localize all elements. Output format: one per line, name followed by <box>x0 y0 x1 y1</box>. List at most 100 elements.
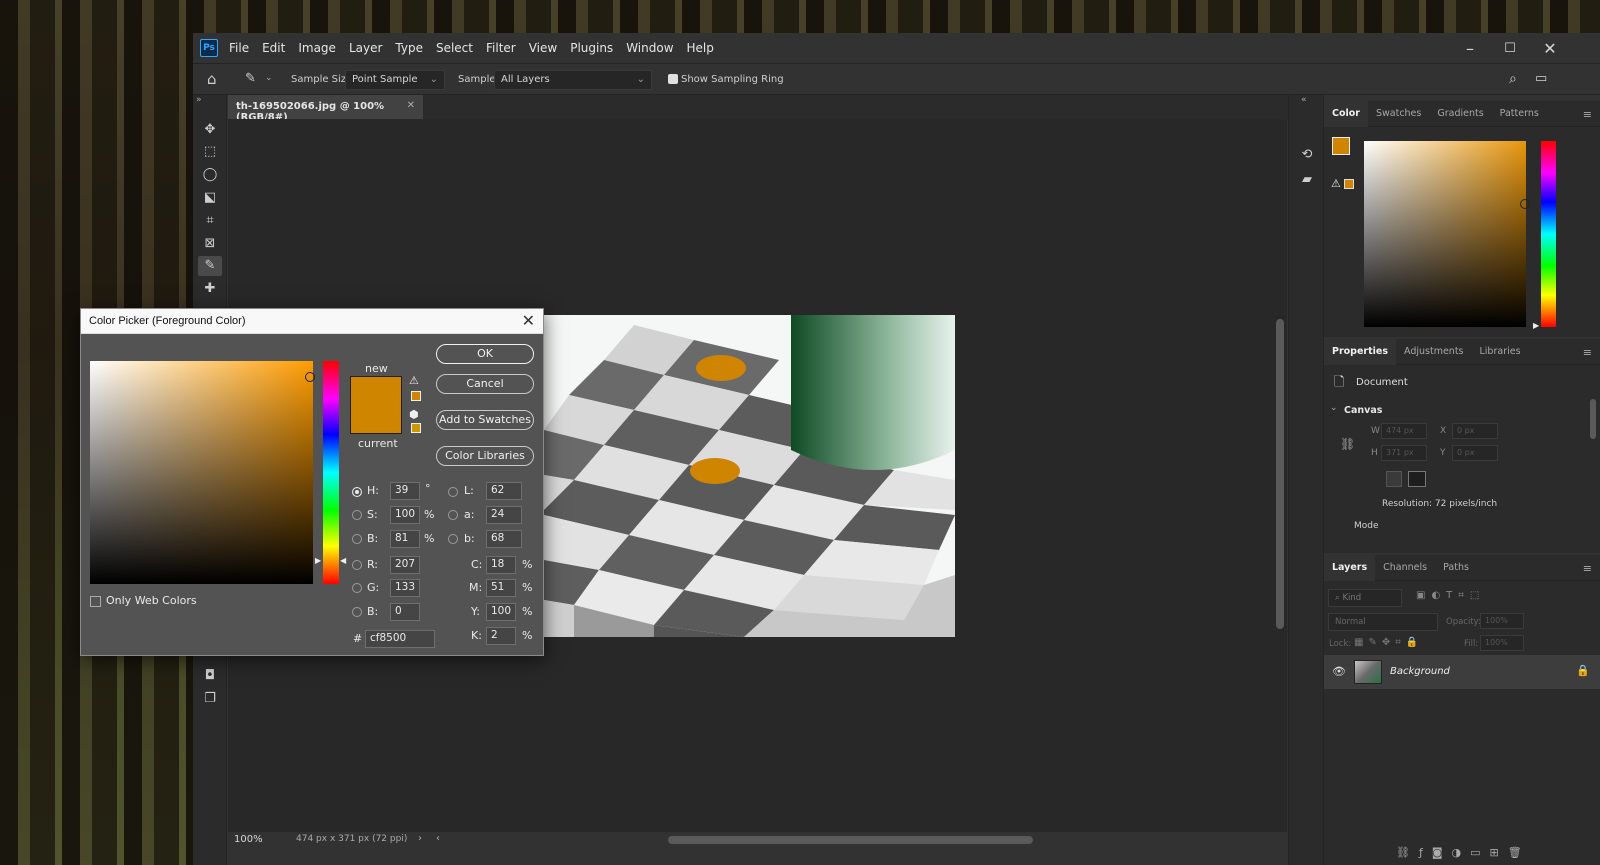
panel-menu-icon[interactable]: ≡ <box>1583 562 1592 575</box>
search-icon[interactable]: ⌕ <box>1509 71 1517 87</box>
blend-mode-select[interactable]: Normal <box>1328 613 1438 631</box>
yellow-field[interactable]: 100 <box>486 603 516 621</box>
document-tab[interactable]: th-169502066.jpg @ 100% (RGB/8#) ✕ <box>228 95 423 123</box>
tab-color[interactable]: Color <box>1324 100 1368 127</box>
hex-field[interactable]: cf8500 <box>365 630 435 648</box>
object-select-tool-icon[interactable]: ⬕ <box>198 188 222 208</box>
hue-slider[interactable] <box>323 361 339 584</box>
fill-field[interactable]: 100% <box>1480 635 1524 651</box>
saturation-brightness-field[interactable] <box>90 361 313 584</box>
show-sampling-ring-checkbox[interactable] <box>668 74 678 84</box>
tab-adjustments[interactable]: Adjustments <box>1396 339 1472 365</box>
layer-filter-icons[interactable]: ▣◐T⌗⬚ <box>1416 590 1485 601</box>
gamut-swatch[interactable] <box>1344 179 1354 189</box>
eyedropper-tool-icon[interactable]: ✎ <box>198 256 222 276</box>
add-to-swatches-button[interactable]: Add to Swatches <box>436 410 534 430</box>
only-web-colors-checkbox[interactable] <box>90 596 101 607</box>
brightness-radio[interactable] <box>352 534 362 544</box>
menu-help[interactable]: Help <box>687 41 714 55</box>
tab-layers[interactable]: Layers <box>1324 554 1376 581</box>
layer-filter-select[interactable]: ⌕ Kind <box>1328 589 1402 607</box>
menu-select[interactable]: Select <box>436 41 473 55</box>
height-field[interactable]: 371 px <box>1381 445 1427 461</box>
y-field[interactable]: 0 px <box>1452 445 1498 461</box>
tab-patterns[interactable]: Patterns <box>1492 101 1547 127</box>
maximize-icon[interactable]: ☐ <box>1495 41 1525 56</box>
color-field-handle[interactable] <box>305 372 315 382</box>
move-tool-icon[interactable]: ✥ <box>198 120 222 140</box>
collapse-icon[interactable]: « <box>1301 95 1307 105</box>
close-window-icon[interactable]: ✕ <box>1535 39 1565 58</box>
a-radio[interactable] <box>448 510 458 520</box>
visibility-eye-icon[interactable]: 👁 <box>1332 665 1346 678</box>
healing-brush-tool-icon[interactable]: ✚ <box>198 279 222 299</box>
lab-b-radio[interactable] <box>448 534 458 544</box>
screen-mode-icon[interactable]: ❐ <box>198 689 222 709</box>
comments-icon[interactable]: ▰ <box>1295 170 1319 190</box>
portrait-orientation-icon[interactable] <box>1386 471 1402 487</box>
properties-scroll-thumb[interactable] <box>1590 399 1596 439</box>
zoom-level[interactable]: 100% <box>234 834 263 845</box>
menu-plugins[interactable]: Plugins <box>570 41 613 55</box>
foreground-swatch[interactable] <box>1332 137 1350 155</box>
gamut-swatch[interactable] <box>411 391 421 401</box>
chevron-down-icon[interactable]: ⌄ <box>265 73 273 83</box>
magenta-field[interactable]: 51 <box>486 579 516 597</box>
panel-menu-icon[interactable]: ≡ <box>1583 346 1592 359</box>
eyedropper-preset-icon[interactable]: ✎ <box>245 71 256 86</box>
scroll-thumb[interactable] <box>1276 319 1284 629</box>
blue-field[interactable]: 0 <box>390 603 420 621</box>
cancel-button[interactable]: Cancel <box>436 374 534 394</box>
expand-icon[interactable]: » <box>196 95 202 105</box>
ok-button[interactable]: OK <box>436 344 534 364</box>
scroll-left-icon[interactable]: ‹ <box>436 833 440 844</box>
close-tab-icon[interactable]: ✕ <box>407 100 415 111</box>
menu-view[interactable]: View <box>529 41 557 55</box>
a-field[interactable]: 24 <box>486 506 522 524</box>
hue-pointer-icon[interactable]: ▶ <box>1533 321 1539 330</box>
menu-filter[interactable]: Filter <box>486 41 516 55</box>
landscape-orientation-icon[interactable] <box>1408 471 1426 487</box>
tab-properties[interactable]: Properties <box>1324 338 1396 365</box>
saturation-field[interactable]: 100 <box>390 506 420 524</box>
hue-field[interactable]: 39 <box>390 482 420 500</box>
tab-channels[interactable]: Channels <box>1375 555 1435 581</box>
layer-row-background[interactable]: 👁 Background 🔒 <box>1324 655 1600 689</box>
menu-type[interactable]: Type <box>395 41 423 55</box>
close-icon[interactable]: ✕ <box>522 311 535 331</box>
tab-gradients[interactable]: Gradients <box>1429 101 1491 127</box>
l-radio[interactable] <box>448 487 458 497</box>
minimize-icon[interactable]: – <box>1455 39 1485 58</box>
color-libraries-button[interactable]: Color Libraries <box>436 446 534 466</box>
lock-icons[interactable]: ▦✎✥⌗🔒 <box>1354 637 1423 648</box>
color-field-handle[interactable] <box>1520 199 1530 209</box>
menu-layer[interactable]: Layer <box>349 41 382 55</box>
hue-slider[interactable] <box>1541 141 1556 327</box>
color-field[interactable] <box>1364 141 1526 327</box>
marquee-tool-icon[interactable]: ⬚ <box>198 142 222 162</box>
chevron-down-icon[interactable]: ⌄ <box>1330 403 1338 413</box>
hue-pointer-right-icon[interactable]: ◀ <box>340 556 346 565</box>
panel-menu-icon[interactable]: ≡ <box>1583 108 1592 121</box>
tab-swatches[interactable]: Swatches <box>1368 101 1429 127</box>
tab-libraries[interactable]: Libraries <box>1472 339 1529 365</box>
lab-b-field[interactable]: 68 <box>486 530 522 548</box>
width-field[interactable]: 474 px <box>1381 423 1427 439</box>
red-radio[interactable] <box>352 560 362 570</box>
chevron-right-icon[interactable]: › <box>418 833 422 844</box>
menu-image[interactable]: Image <box>298 41 336 55</box>
layer-lock-icon[interactable]: 🔒 <box>1576 664 1590 677</box>
black-field[interactable]: 2 <box>486 627 516 645</box>
tab-paths[interactable]: Paths <box>1435 555 1477 581</box>
lasso-tool-icon[interactable]: ◯ <box>198 165 222 185</box>
workspace-icon[interactable]: ▭ <box>1535 71 1547 86</box>
home-icon[interactable]: ⌂ <box>207 70 217 88</box>
menu-edit[interactable]: Edit <box>262 41 285 55</box>
brightness-field[interactable]: 81 <box>390 530 420 548</box>
vertical-scrollbar[interactable] <box>1273 119 1287 832</box>
link-icon[interactable]: ⛓ <box>1340 437 1355 451</box>
layer-name[interactable]: Background <box>1390 666 1450 677</box>
hue-pointer-left-icon[interactable]: ▶ <box>315 556 321 565</box>
document-image[interactable] <box>544 315 955 637</box>
horizontal-scroll-thumb[interactable] <box>668 836 1033 844</box>
